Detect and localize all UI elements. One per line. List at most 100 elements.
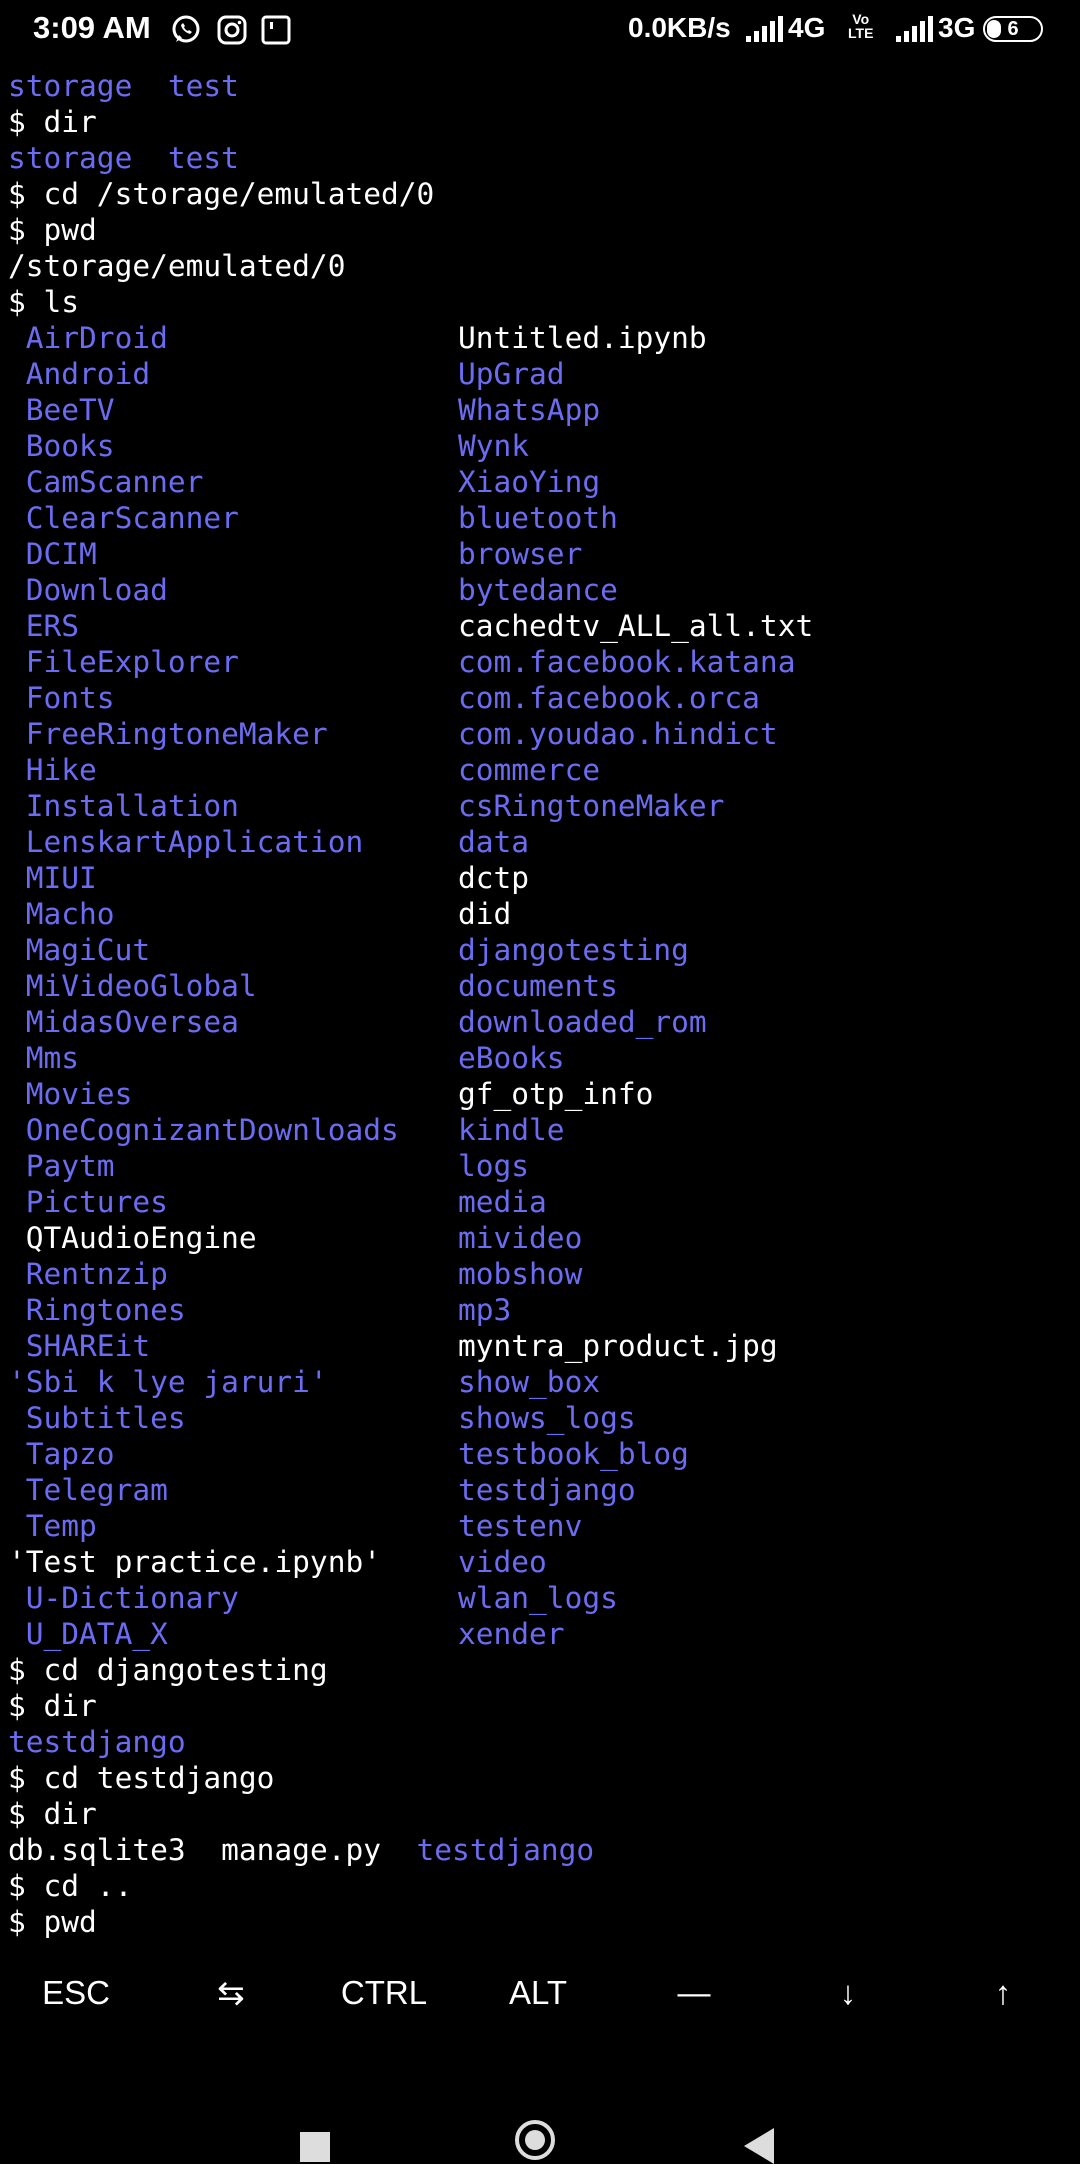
terminal-text: db.sqlite3 — [8, 1833, 186, 1867]
directory-name: csRingtoneMaker — [458, 789, 725, 823]
directory-name: Pictures — [8, 1185, 168, 1219]
terminal-line: $ pwd — [8, 212, 1072, 248]
directory-name: DCIM — [8, 537, 97, 571]
ls-row: Download bytedance — [8, 572, 1072, 608]
home-circle-icon[interactable] — [515, 2120, 555, 2160]
directory-name: com.facebook.katana — [458, 645, 796, 679]
ls-row: Telegram testdjango — [8, 1472, 1072, 1508]
directory-name: Telegram — [8, 1473, 168, 1507]
file-name: gf_otp_info — [458, 1077, 654, 1111]
volte-label: Vo LTE — [848, 11, 874, 41]
terminal-line: storage test — [8, 68, 1072, 104]
directory-name: bluetooth — [458, 501, 618, 535]
directory-name: browser — [458, 537, 583, 571]
terminal-text: $ cd /storage/emulated/0 — [8, 177, 435, 211]
directory-name: bytedance — [458, 573, 618, 607]
directory-name: test — [167, 69, 239, 103]
file-name: Untitled.ipynb — [458, 321, 707, 355]
network-speed: 0.0KB/s — [628, 12, 731, 43]
directory-name: 'Sbi k lye jaruri' — [8, 1365, 328, 1399]
directory-name: commerce — [458, 753, 601, 787]
terminal-output[interactable]: storage test $ dir storage test $ cd /stora… — [8, 68, 1072, 1940]
directory-name: SHAREit — [8, 1329, 151, 1363]
directory-name: testdjango — [416, 1833, 595, 1867]
directory-name: wlan_logs — [458, 1581, 618, 1615]
directory-name: OneCognizantDownloads — [8, 1113, 399, 1147]
ls-row: Books Wynk — [8, 428, 1072, 464]
alt-key[interactable]: ALT — [468, 1960, 608, 2026]
terminal-line: $ dir — [8, 1796, 1072, 1832]
directory-name: video — [458, 1545, 547, 1579]
down-arrow-key[interactable]: ↓ — [778, 1960, 918, 2026]
file-name: myntra_product.jpg — [458, 1329, 778, 1363]
directory-name: Fonts — [8, 681, 115, 715]
terminal-line: $ dir — [8, 104, 1072, 140]
directory-name: xender — [458, 1617, 565, 1651]
ctrl-key[interactable]: CTRL — [314, 1960, 454, 2026]
directory-name: testdjango — [458, 1473, 636, 1507]
terminal-line: $ cd testdjango — [8, 1760, 1072, 1796]
ls-row: U_DATA_X xender — [8, 1616, 1072, 1652]
directory-name: logs — [458, 1149, 530, 1183]
directory-name: Android — [8, 357, 151, 391]
ls-row: QTAudioEngine mivideo — [8, 1220, 1072, 1256]
directory-name: shows_logs — [458, 1401, 636, 1435]
directory-name: Macho — [8, 897, 115, 931]
terminal-text: $ cd djangotesting — [8, 1653, 328, 1687]
directory-name: downloaded_rom — [458, 1005, 707, 1039]
whatsapp-icon — [172, 15, 200, 43]
terminal-line: testdjango — [8, 1724, 1072, 1760]
directory-name: MIUI — [8, 861, 97, 895]
ls-row: Android UpGrad — [8, 356, 1072, 392]
directory-name: Tapzo — [8, 1437, 115, 1471]
instagram-icon — [217, 15, 247, 45]
ls-row: ClearScanner bluetooth — [8, 500, 1072, 536]
directory-name: documents — [458, 969, 618, 1003]
extra-keys-row: ESC ⇆ CTRL ALT — ↓ ↑ — [0, 1960, 1080, 2026]
ls-row: SHAREit myntra_product.jpg — [8, 1328, 1072, 1364]
recents-square-icon[interactable] — [300, 2132, 330, 2162]
file-name: did — [458, 897, 512, 931]
tab-key[interactable]: ⇆ — [161, 1960, 301, 2026]
up-arrow-key[interactable]: ↑ — [933, 1960, 1073, 2026]
terminal-text: $ dir — [8, 1797, 97, 1831]
directory-name: Ringtones — [8, 1293, 186, 1327]
directory-name: Installation — [8, 789, 239, 823]
ls-row: Fonts com.facebook.orca — [8, 680, 1072, 716]
directory-name: testbook_blog — [458, 1437, 689, 1471]
back-triangle-icon[interactable] — [744, 2128, 774, 2164]
directory-name: kindle — [458, 1113, 565, 1147]
ls-row: OneCognizantDownloads kindle — [8, 1112, 1072, 1148]
terminal-text: $ dir — [8, 105, 97, 139]
ls-row: Movies gf_otp_info — [8, 1076, 1072, 1112]
directory-name: storage — [8, 141, 133, 175]
ls-row: Subtitles shows_logs — [8, 1400, 1072, 1436]
directory-name: Movies — [8, 1077, 133, 1111]
directory-name: mobshow — [458, 1257, 583, 1291]
dash-key[interactable]: — — [624, 1960, 764, 2026]
ls-row: LenskartApplication data — [8, 824, 1072, 860]
directory-name: WhatsApp — [458, 393, 601, 427]
directory-name: media — [458, 1185, 547, 1219]
directory-name: testdjango — [8, 1725, 186, 1759]
directory-name: com.youdao.hindict — [458, 717, 778, 751]
directory-name: U-Dictionary — [8, 1581, 239, 1615]
ls-row: BeeTV WhatsApp — [8, 392, 1072, 428]
directory-name: Mms — [8, 1041, 80, 1075]
battery-icon: 6 — [983, 16, 1043, 42]
ls-row: Ringtones mp3 — [8, 1292, 1072, 1328]
network-type-sim2: 3G — [938, 12, 976, 43]
ls-row: Paytm logs — [8, 1148, 1072, 1184]
terminal-line: $ dir — [8, 1688, 1072, 1724]
directory-name: Rentnzip — [8, 1257, 168, 1291]
file-name: dctp — [458, 861, 530, 895]
directory-name: AirDroid — [8, 321, 168, 355]
terminal-line: /storage/emulated/0 — [8, 248, 1072, 284]
esc-key[interactable]: ESC — [6, 1960, 146, 2026]
file-name: QTAudioEngine — [8, 1221, 257, 1255]
ls-row: CamScanner XiaoYing — [8, 464, 1072, 500]
ls-row: AirDroid Untitled.ipynb — [8, 320, 1072, 356]
directory-name: Subtitles — [8, 1401, 186, 1435]
directory-name: CamScanner — [8, 465, 204, 499]
